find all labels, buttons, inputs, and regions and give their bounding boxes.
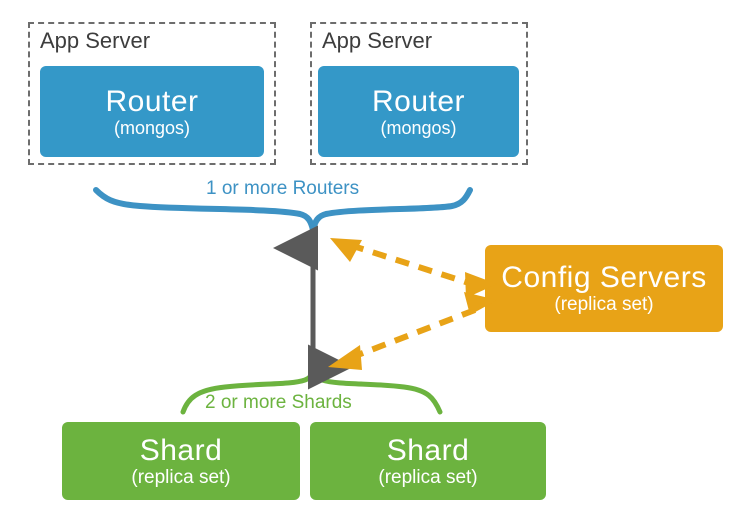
config-servers-subtitle: (replica set) bbox=[554, 294, 654, 315]
router-node-1[interactable]: Router (mongos) bbox=[40, 66, 264, 157]
shard-subtitle: (replica set) bbox=[378, 466, 478, 488]
config-servers-title: Config Servers bbox=[501, 261, 707, 294]
shard-node-2[interactable]: Shard (replica set) bbox=[310, 422, 546, 500]
shards-config-connector bbox=[328, 292, 497, 370]
app-server-label: App Server bbox=[40, 28, 151, 53]
router-node-2[interactable]: Router (mongos) bbox=[318, 66, 519, 157]
shard-title: Shard bbox=[139, 433, 223, 467]
routers-config-connector bbox=[330, 238, 497, 298]
router-title: Router bbox=[105, 84, 199, 118]
shard-node-1[interactable]: Shard (replica set) bbox=[62, 422, 300, 500]
routers-brace-caption: 1 or more Routers bbox=[206, 178, 360, 199]
router-subtitle: (mongos) bbox=[380, 117, 457, 138]
shard-title: Shard bbox=[386, 433, 470, 467]
app-server-label: App Server bbox=[322, 28, 433, 53]
shard-subtitle: (replica set) bbox=[131, 466, 231, 488]
router-subtitle: (mongos) bbox=[113, 117, 191, 138]
router-title: Router bbox=[371, 84, 466, 118]
config-servers-node[interactable]: Config Servers (replica set) bbox=[485, 245, 723, 332]
shards-brace-caption: 2 or more Shards bbox=[205, 392, 352, 413]
diagram-canvas: App Server Router (mongos) App Server Ro… bbox=[0, 0, 743, 511]
